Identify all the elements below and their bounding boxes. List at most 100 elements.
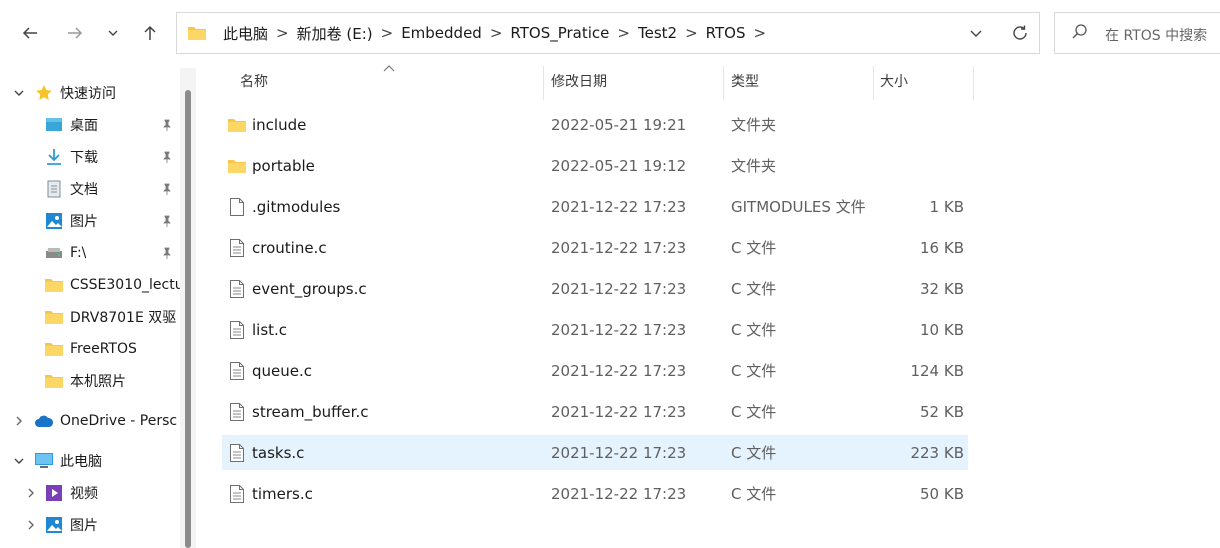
chevron-right-icon[interactable]: [24, 518, 38, 532]
file-name: .gitmodules: [252, 197, 341, 216]
arrow-right-icon: [66, 24, 84, 42]
file-row-selected[interactable]: tasks.c 2021-12-22 17:23 C 文件 223 KB: [222, 435, 968, 470]
pin-icon[interactable]: [160, 246, 174, 260]
file-size: 32 KB: [920, 279, 964, 298]
sidebar-item-quick-access[interactable]: 快速访问: [0, 79, 182, 107]
breadcrumb-separator[interactable]: >: [381, 24, 394, 42]
file-row[interactable]: event_groups.c 2021-12-22 17:23 C 文件 32 …: [222, 271, 968, 306]
sidebar-item-label: 下载: [70, 150, 98, 166]
picture-icon: [44, 515, 64, 535]
breadcrumb-separator[interactable]: >: [490, 24, 503, 42]
breadcrumb-separator[interactable]: >: [276, 24, 289, 42]
file-modified: 2021-12-22 17:23: [551, 484, 687, 503]
folder-icon: [44, 371, 64, 391]
breadcrumb-item[interactable]: RTOS_Pratice: [510, 24, 609, 42]
file-type: C 文件: [731, 321, 777, 339]
file-row[interactable]: include 2022-05-21 19:21 文件夹: [222, 107, 968, 142]
file-icon: [227, 435, 247, 470]
file-name: stream_buffer.c: [252, 402, 369, 421]
column-header-name[interactable]: 名称: [240, 62, 540, 100]
file-row[interactable]: portable 2022-05-21 19:12 文件夹: [222, 148, 968, 183]
breadcrumb-item[interactable]: 此电脑: [223, 23, 268, 44]
document-icon: [44, 179, 64, 199]
sidebar-item-pc-pictures[interactable]: 图片: [0, 511, 182, 539]
file-icon: [227, 312, 247, 347]
recent-locations-button[interactable]: [96, 14, 130, 52]
file-size: [874, 148, 964, 183]
column-divider[interactable]: [973, 66, 974, 100]
pin-icon[interactable]: [160, 150, 174, 164]
sidebar-item-this-pc[interactable]: 此电脑: [0, 447, 182, 475]
file-row[interactable]: .gitmodules 2021-12-22 17:23 GITMODULES …: [222, 189, 968, 224]
back-button[interactable]: [13, 14, 47, 52]
up-button[interactable]: [133, 14, 167, 52]
breadcrumb-item[interactable]: 新加卷 (E:): [297, 23, 373, 44]
star-icon: [34, 83, 54, 103]
file-row[interactable]: queue.c 2021-12-22 17:23 C 文件 124 KB: [222, 353, 968, 388]
sidebar-item-freertos[interactable]: FreeRTOS: [0, 335, 182, 363]
search-icon: [1071, 23, 1089, 41]
sidebar-item-csse3010[interactable]: CSSE3010_lectu: [0, 271, 182, 299]
pin-icon[interactable]: [160, 182, 174, 196]
file-row[interactable]: list.c 2021-12-22 17:23 C 文件 10 KB: [222, 312, 968, 347]
forward-button[interactable]: [58, 14, 92, 52]
arrow-left-icon: [21, 24, 39, 42]
refresh-button[interactable]: [1005, 13, 1035, 53]
sidebar-item-onedrive[interactable]: OneDrive - Persc: [0, 407, 182, 435]
file-type: C 文件: [731, 485, 777, 503]
search-box[interactable]: 在 RTOS 中搜索: [1054, 12, 1220, 54]
chevron-right-icon[interactable]: [24, 486, 38, 500]
column-header-size[interactable]: 大小: [880, 62, 970, 100]
sidebar-item-videos[interactable]: 视频: [0, 479, 182, 507]
file-icon: [227, 353, 247, 388]
pin-icon[interactable]: [160, 214, 174, 228]
sidebar-item-drv8701e[interactable]: DRV8701E 双驱: [0, 303, 182, 331]
breadcrumb-item[interactable]: Test2: [638, 24, 677, 42]
file-row[interactable]: timers.c 2021-12-22 17:23 C 文件 50 KB: [222, 476, 968, 511]
search-input[interactable]: 在 RTOS 中搜索: [1105, 25, 1207, 45]
file-modified: 2022-05-21 19:21: [551, 115, 687, 134]
chevron-down-icon[interactable]: [12, 454, 26, 468]
breadcrumb-separator[interactable]: >: [685, 24, 698, 42]
breadcrumb-item[interactable]: Embedded: [401, 24, 482, 42]
file-name: list.c: [252, 320, 288, 339]
sidebar-item-photos[interactable]: 本机照片: [0, 367, 182, 395]
file-name: tasks.c: [252, 443, 305, 462]
file-size: 16 KB: [920, 238, 964, 257]
column-header-modified[interactable]: 修改日期: [551, 62, 721, 100]
sidebar-item-label: 快速访问: [60, 86, 116, 102]
arrow-up-icon: [141, 24, 159, 42]
sidebar-item-drive-f[interactable]: F:\: [0, 239, 182, 267]
pin-icon[interactable]: [160, 118, 174, 132]
sidebar-item-documents[interactable]: 文档: [0, 175, 182, 203]
column-divider[interactable]: [543, 66, 544, 100]
sidebar-item-downloads[interactable]: 下载: [0, 143, 182, 171]
file-size: 1 KB: [929, 197, 964, 216]
chevron-right-icon[interactable]: [12, 414, 26, 428]
address-history-button[interactable]: [963, 13, 989, 53]
file-name: portable: [252, 156, 315, 175]
column-header-type[interactable]: 类型: [731, 62, 871, 100]
sidebar-scrollbar-thumb[interactable]: [185, 90, 191, 548]
breadcrumb-item[interactable]: RTOS: [706, 24, 746, 42]
sidebar-item-desktop[interactable]: 桌面: [0, 111, 182, 139]
column-divider[interactable]: [723, 66, 724, 100]
cloud-icon: [34, 411, 54, 431]
file-type: C 文件: [731, 239, 777, 257]
file-row[interactable]: stream_buffer.c 2021-12-22 17:23 C 文件 52…: [222, 394, 968, 429]
file-type: 文件夹: [731, 157, 777, 175]
breadcrumb-separator[interactable]: >: [753, 24, 766, 42]
file-modified: 2021-12-22 17:23: [551, 320, 687, 339]
sidebar-item-pictures[interactable]: 图片: [0, 207, 182, 235]
file-icon: [227, 476, 247, 511]
chevron-down-icon[interactable]: [12, 86, 26, 100]
address-bar[interactable]: 此电脑 > 新加卷 (E:) > Embedded > RTOS_Pratice…: [176, 12, 1040, 54]
file-type: C 文件: [731, 362, 777, 380]
breadcrumb-separator[interactable]: >: [617, 24, 630, 42]
file-modified: 2021-12-22 17:23: [551, 402, 687, 421]
file-row[interactable]: croutine.c 2021-12-22 17:23 C 文件 16 KB: [222, 230, 968, 265]
file-icon: [227, 394, 247, 429]
file-size: 50 KB: [920, 484, 964, 503]
file-icon: [227, 230, 247, 265]
column-divider[interactable]: [873, 66, 874, 100]
